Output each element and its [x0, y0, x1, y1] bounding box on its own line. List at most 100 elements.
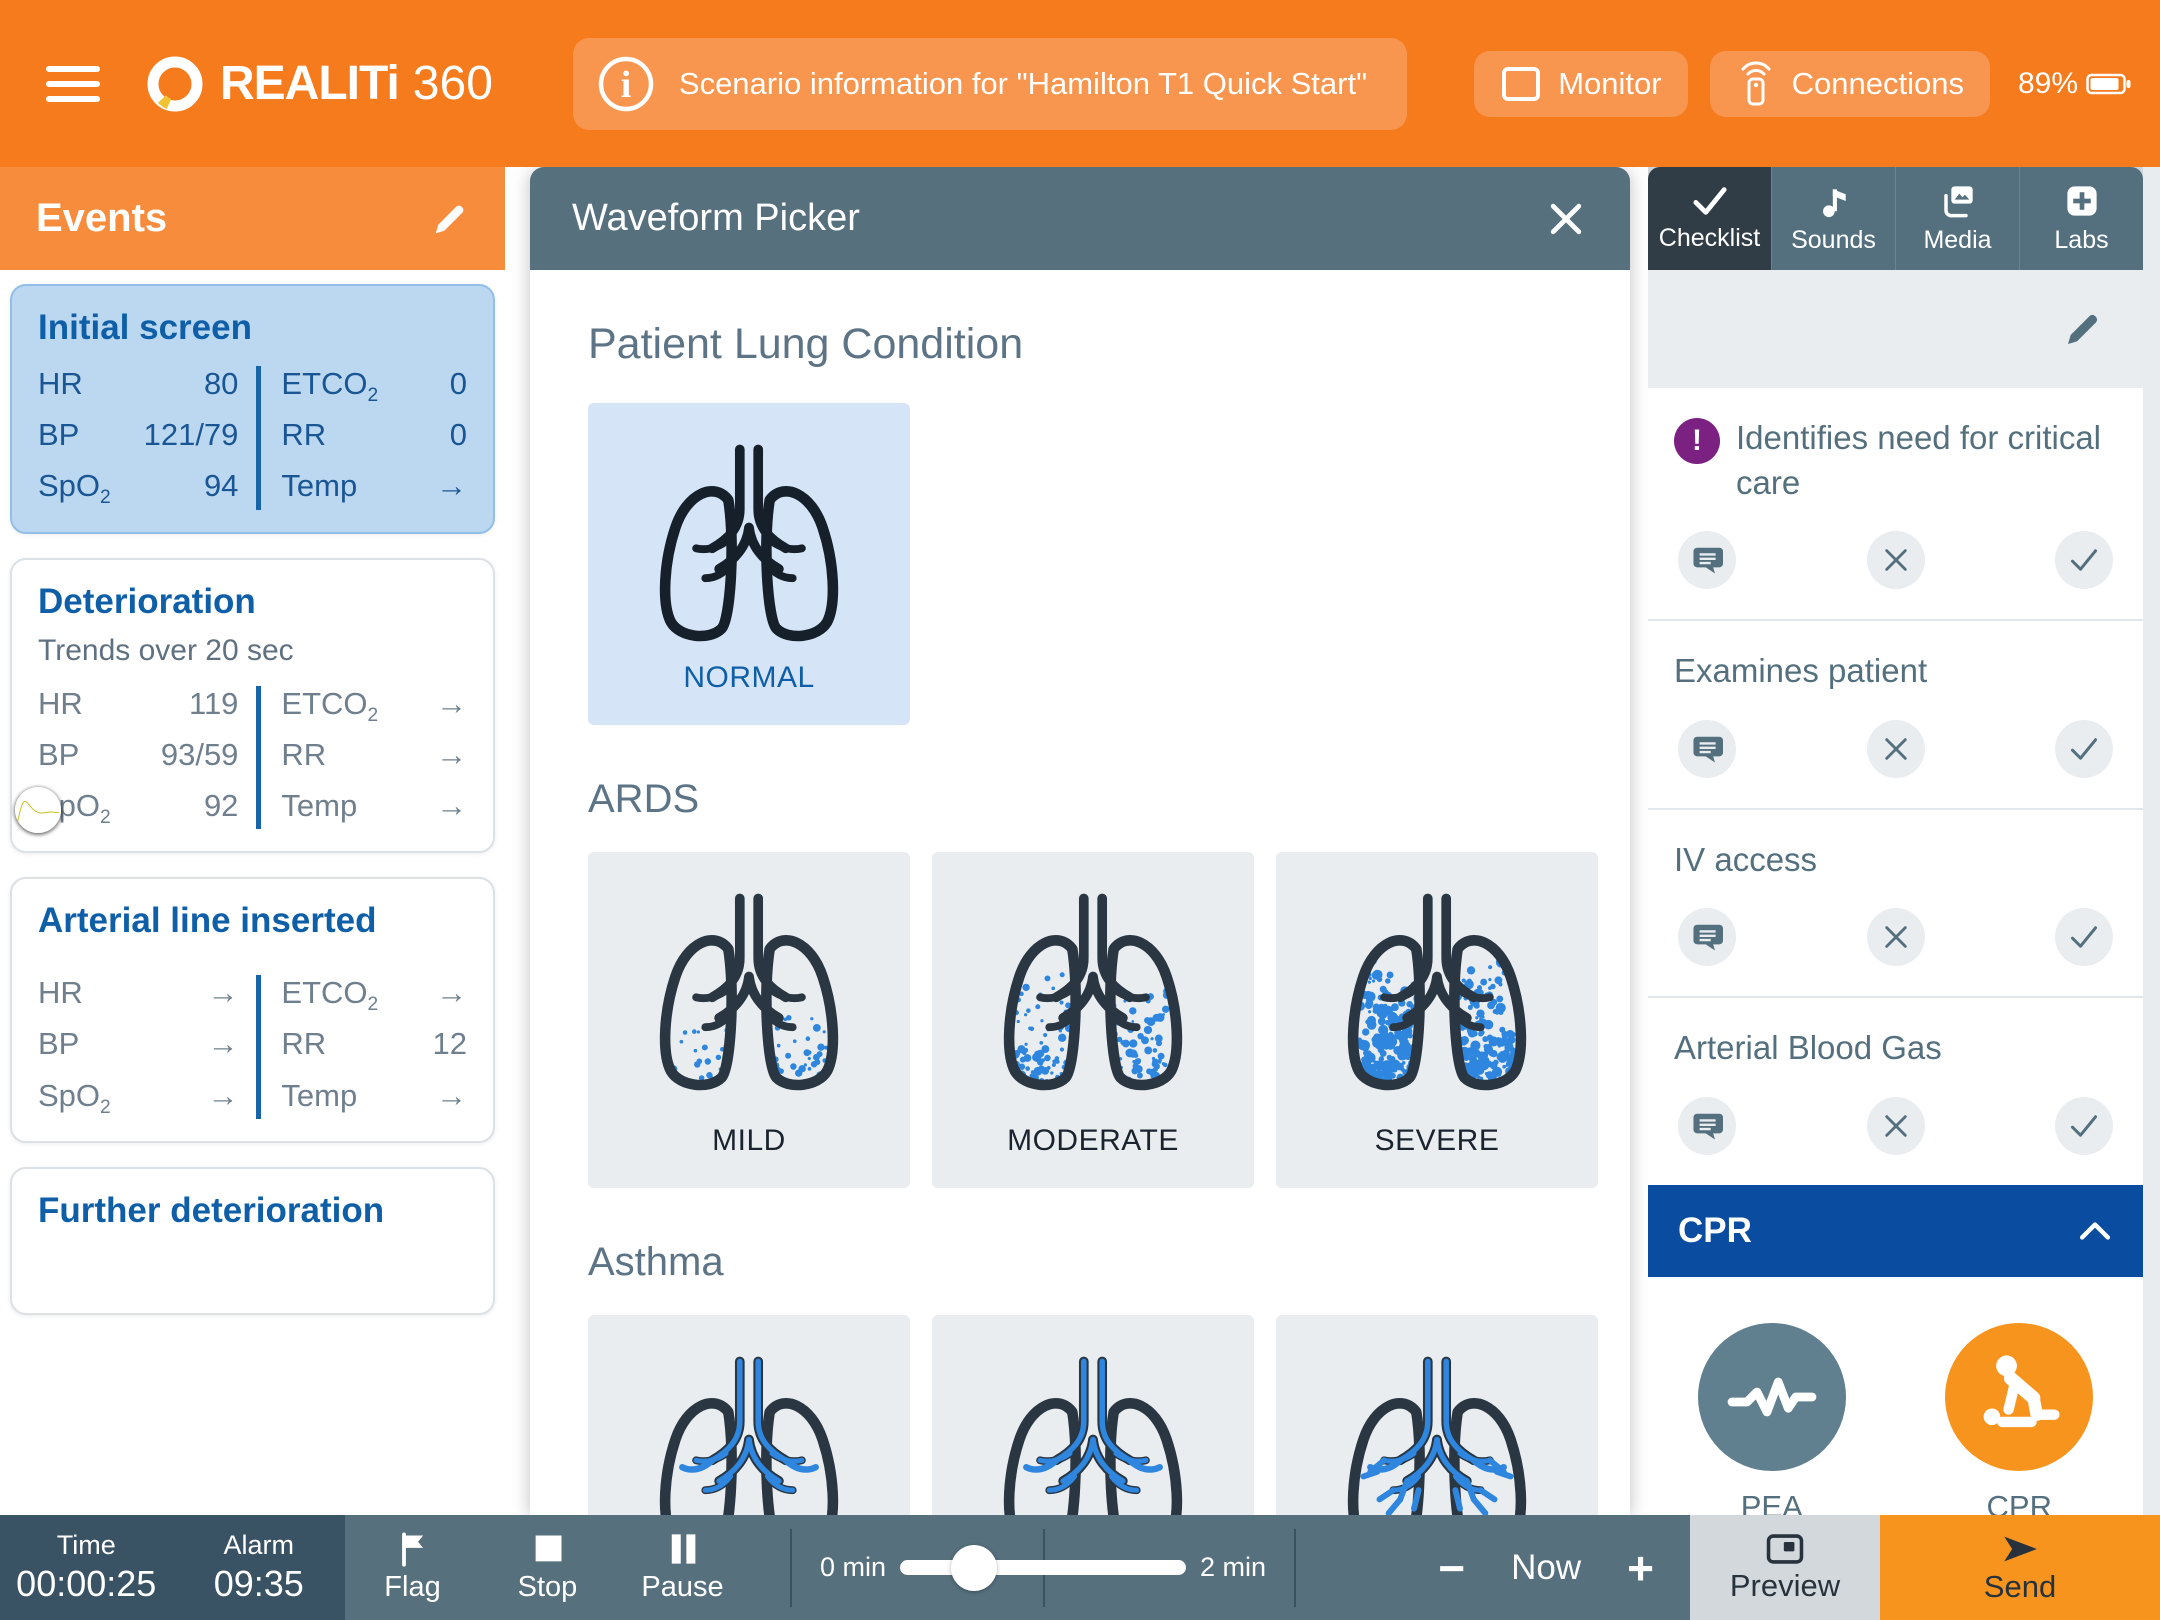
minus-button[interactable]: − [1438, 1541, 1465, 1595]
lung-tile-ards-moderate[interactable]: MODERATE [932, 852, 1254, 1188]
event-card-initial-screen[interactable]: Initial screen HR80 BP121/79 SpO294 ETCO… [10, 284, 495, 534]
flag-button[interactable]: Flag [345, 1531, 480, 1604]
event-card-deterioration[interactable]: Deterioration Trends over 20 sec HR119 B… [10, 558, 495, 854]
lung-tile-ards-severe[interactable]: SEVERE [1276, 852, 1598, 1188]
transport-controls: Flag Stop Pause 0 min [345, 1515, 1690, 1620]
tab-media[interactable]: Media [1895, 167, 2019, 270]
monitor-button[interactable]: Monitor [1474, 51, 1687, 117]
realiti-app: REALITi 360 i Scenario information for "… [0, 0, 2160, 1620]
info-icon: i [597, 55, 655, 113]
events-title: Events [36, 196, 167, 241]
event-title: Deterioration [38, 582, 467, 622]
mark-correct-button[interactable] [2055, 720, 2113, 778]
scenario-info-label: Scenario information for "Hamilton T1 Qu… [679, 66, 1367, 102]
lung-tile-asthma-mild[interactable] [588, 1315, 910, 1515]
comment-button[interactable] [1678, 720, 1736, 778]
svg-text:i: i [621, 64, 632, 106]
critical-alert-icon: ! [1674, 418, 1720, 464]
close-icon[interactable] [1544, 197, 1588, 241]
cpr-button[interactable]: CPR [1945, 1323, 2093, 1515]
send-icon [1998, 1531, 2042, 1567]
x-icon [1882, 735, 1910, 763]
scenario-info-button[interactable]: i Scenario information for "Hamilton T1 … [573, 38, 1407, 130]
mark-correct-button[interactable] [2055, 1097, 2113, 1155]
x-icon [1882, 1112, 1910, 1140]
timeline-thumb[interactable] [951, 1545, 997, 1591]
tile-label: NORMAL [683, 661, 814, 695]
monitor-icon [1500, 66, 1542, 102]
right-panel-tabs: Checklist Sounds Media [1648, 167, 2143, 270]
lungs-asthma-mild-icon [634, 1343, 864, 1515]
stop-button[interactable]: Stop [480, 1531, 615, 1604]
event-card-further-deterioration[interactable]: Further deterioration [10, 1167, 495, 1315]
mark-incorrect-button[interactable] [1867, 720, 1925, 778]
lung-tile-asthma-moderate[interactable] [932, 1315, 1254, 1515]
event-title: Initial screen [38, 308, 467, 348]
tile-label: MODERATE [1007, 1124, 1179, 1158]
asthma-heading: Asthma [588, 1240, 1572, 1285]
event-card-arterial-line[interactable]: Arterial line inserted HR→ BP→ [10, 877, 495, 1143]
timeline-start-label: 0 min [820, 1552, 886, 1583]
time-nudge-group: − Now + [1438, 1541, 1654, 1595]
pea-button[interactable]: PEA [1698, 1323, 1846, 1515]
chevron-up-icon [2077, 1219, 2113, 1243]
tile-label: MILD [712, 1124, 786, 1158]
comment-button[interactable] [1678, 1097, 1736, 1155]
cpr-section-body: PEA [1648, 1277, 2143, 1515]
event-title: Arterial line inserted [38, 901, 467, 941]
pea-rhythm-icon [1724, 1357, 1820, 1437]
menu-icon[interactable] [46, 57, 100, 111]
lung-tile-asthma-severe[interactable] [1276, 1315, 1598, 1515]
bottom-bar: Time 00:00:25 Alarm 09:35 Flag Stop [0, 1515, 2160, 1620]
battery-percent: 89% [2018, 67, 2078, 101]
preview-button[interactable]: Preview [1690, 1515, 1880, 1620]
mark-incorrect-button[interactable] [1867, 908, 1925, 966]
mark-correct-button[interactable] [2055, 531, 2113, 589]
top-bar: REALITi 360 i Scenario information for "… [0, 0, 2160, 167]
ards-tile-row: MILD MODERATE [588, 852, 1572, 1188]
ards-heading: ARDS [588, 777, 1572, 822]
app-name: REALITi [220, 56, 399, 111]
tab-labs[interactable]: Labs [2019, 167, 2143, 270]
comment-button[interactable] [1678, 531, 1736, 589]
events-panel: Events Initial screen HR80 BP121/79 [0, 167, 505, 1515]
pause-button[interactable]: Pause [615, 1531, 750, 1604]
preview-icon [1765, 1532, 1805, 1566]
timeline-track[interactable] [900, 1560, 1186, 1575]
timeline-track-wrap [900, 1546, 1186, 1590]
mark-correct-button[interactable] [2055, 908, 2113, 966]
comment-icon [1691, 1111, 1723, 1141]
plus-button[interactable]: + [1627, 1541, 1654, 1595]
mark-incorrect-button[interactable] [1867, 531, 1925, 589]
events-list: Initial screen HR80 BP121/79 SpO294 ETCO… [0, 270, 505, 1515]
cpr-section-header[interactable]: CPR [1648, 1185, 2143, 1277]
lung-tile-normal[interactable]: NORMAL [588, 403, 910, 725]
lung-tile-ards-mild[interactable]: MILD [588, 852, 910, 1188]
check-icon [2069, 546, 2099, 574]
tab-sounds[interactable]: Sounds [1771, 167, 1895, 270]
comment-button[interactable] [1678, 908, 1736, 966]
elapsed-time: Time 00:00:25 [0, 1515, 173, 1620]
labs-plus-icon [2063, 182, 2101, 220]
tab-checklist[interactable]: Checklist [1648, 167, 1771, 270]
alarm-time-value: 09:35 [214, 1563, 304, 1605]
right-gutter [2143, 167, 2160, 1515]
now-button[interactable]: Now [1511, 1548, 1581, 1588]
modal-header: Waveform Picker [530, 167, 1630, 270]
checklist-item-label: IV access [1674, 838, 1817, 883]
comment-icon [1691, 734, 1723, 764]
connections-button[interactable]: Connections [1710, 51, 1990, 117]
checklist-item-label: Examines patient [1674, 649, 1927, 694]
send-button[interactable]: Send [1880, 1515, 2160, 1620]
tile-label: SEVERE [1375, 1124, 1500, 1158]
edit-checklist-icon[interactable] [2063, 309, 2103, 349]
mark-incorrect-button[interactable] [1867, 1097, 1925, 1155]
lung-condition-heading: Patient Lung Condition [588, 320, 1572, 369]
vitals-grid: HR80 BP121/79 SpO294 ETCO20 RR0 Temp→ [38, 366, 467, 510]
battery-status: 89% [2018, 67, 2132, 101]
edit-events-icon[interactable] [431, 200, 469, 238]
lungs-ards-severe-icon [1322, 880, 1552, 1110]
lungs-normal-icon [634, 431, 864, 661]
alarm-time: Alarm 09:35 [173, 1515, 346, 1620]
check-icon [2069, 923, 2099, 951]
